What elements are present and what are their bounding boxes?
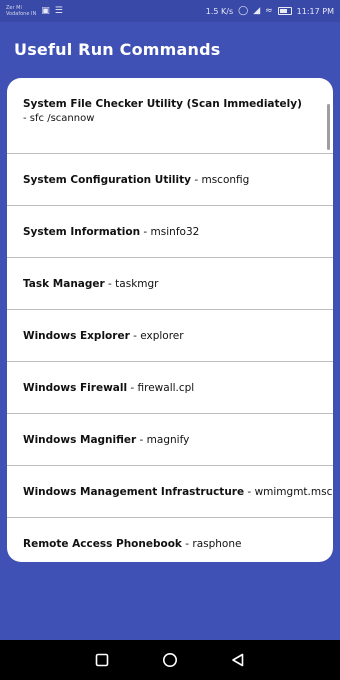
item-command: firewall.cpl — [137, 381, 195, 394]
item-command: msconfig — [201, 173, 250, 186]
list-item-firewall[interactable]: Windows Firewall - firewall.cpl — [7, 362, 333, 414]
commands-list[interactable]: System File Checker Utility (Scan Immedi… — [7, 78, 333, 562]
item-separator: - — [127, 381, 138, 394]
item-separator: - — [136, 433, 147, 446]
list-item-rasphone[interactable]: Remote Access Phonebook - rasphone — [7, 518, 333, 562]
item-separator: - — [191, 173, 202, 186]
list-item-msinfo32[interactable]: System Information - msinfo32 — [7, 206, 333, 258]
item-command: explorer — [140, 329, 184, 342]
item-name: System File Checker Utility (Scan Immedi… — [23, 98, 302, 110]
wifi-icon: ≈ — [265, 5, 273, 16]
item-command: - sfc /scannow — [23, 113, 95, 124]
recents-button[interactable] — [94, 652, 110, 668]
clock: 11:17 PM — [296, 6, 334, 16]
back-triangle-icon — [232, 653, 244, 667]
list-item-msconfig[interactable]: System Configuration Utility - msconfig — [7, 154, 333, 206]
item-separator: - — [181, 537, 193, 550]
item-separator: - — [244, 485, 255, 498]
home-button[interactable] — [162, 652, 178, 668]
back-button[interactable] — [230, 652, 246, 668]
signal-icon: ◢ — [253, 5, 261, 16]
scrollbar[interactable] — [327, 104, 330, 150]
item-command: msinfo32 — [150, 225, 200, 238]
item-separator: - — [129, 329, 141, 342]
app-bar: Useful Run Commands — [0, 22, 340, 76]
item-command: taskmgr — [115, 277, 159, 290]
battery-icon — [277, 7, 292, 15]
item-name: System Information — [23, 225, 141, 238]
item-separator: - — [140, 225, 151, 238]
gallery-icon: ▣ — [41, 5, 50, 16]
item-name: Windows Explorer — [23, 329, 130, 342]
network-speed: 1.5 K/s — [205, 6, 234, 16]
list-item-wmimgmt[interactable]: Windows Management Infrastructure - wmim… — [7, 466, 333, 518]
alarm-icon: ◯ — [238, 5, 249, 16]
home-circle-icon — [163, 653, 177, 667]
item-command: magnify — [146, 433, 190, 446]
item-name: Task Manager — [23, 277, 105, 290]
item-command: wmimgmt.msc — [254, 485, 333, 498]
item-name: Remote Access Phonebook — [23, 537, 182, 550]
list-item-explorer[interactable]: Windows Explorer - explorer — [7, 310, 333, 362]
list-item-sfc[interactable]: System File Checker Utility (Scan Immedi… — [7, 78, 333, 154]
app-title: Useful Run Commands — [14, 39, 221, 59]
recents-square-icon — [95, 653, 109, 667]
item-name: Windows Magnifier — [23, 433, 137, 446]
item-name: Windows Firewall — [23, 381, 128, 394]
carrier-line-2: Vodafone IN — [6, 11, 37, 17]
commands-card[interactable]: System File Checker Utility (Scan Immedi… — [7, 78, 333, 562]
menu-icon: ☰ — [54, 5, 63, 16]
item-command: rasphone — [192, 537, 242, 550]
item-name: Windows Management Infrastructure — [23, 485, 245, 498]
list-item-magnify[interactable]: Windows Magnifier - magnify — [7, 414, 333, 466]
item-separator: - — [104, 277, 116, 290]
item-name: System Configuration Utility — [23, 173, 191, 186]
status-bar: Zer Mi Vodafone IN ▣ ☰ 1.5 K/s ◯ ◢ ≈ 11:… — [0, 0, 340, 22]
carrier-info: Zer Mi Vodafone IN — [6, 5, 36, 17]
list-item-taskmgr[interactable]: Task Manager - taskmgr — [7, 258, 333, 310]
navigation-bar — [0, 640, 340, 680]
